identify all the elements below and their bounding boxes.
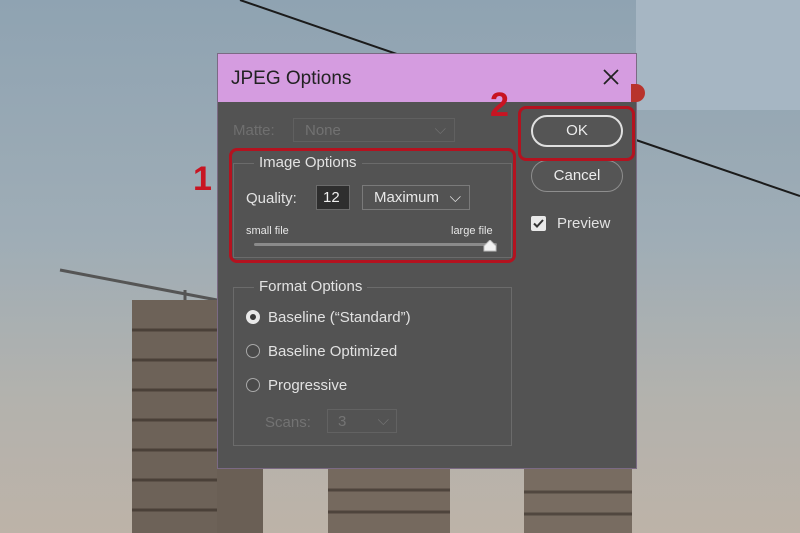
highlight-box-ok [518,106,635,161]
background-panel [636,0,800,110]
cancel-button[interactable]: Cancel [531,160,623,192]
building-right [524,469,632,533]
checkmark-icon [533,219,544,228]
radio-label: Baseline Optimized [268,343,398,360]
close-icon[interactable] [600,66,622,88]
scans-label: Scans: [265,414,311,431]
matte-row: Matte: None ⌵ [233,118,473,142]
radio-button[interactable] [246,378,260,392]
building-middle [328,469,450,533]
preview-label: Preview [557,215,611,232]
matte-value: None [305,122,341,139]
matte-select: None ⌵ [293,118,455,142]
building-left-annex [217,468,263,533]
step-number-2: 2 [490,86,509,124]
scans-select: 3 ⌵ [327,409,397,433]
chevron-down-icon: ⌵ [434,121,446,138]
highlight-box-image-options [229,148,516,263]
scans-value: 3 [338,413,347,430]
crane-arm [59,268,218,302]
power-line [635,139,800,197]
radio-button[interactable] [246,310,260,324]
chevron-down-icon: ⌵ [377,412,389,429]
dialog-titlebar[interactable]: JPEG Options [218,54,636,102]
radio-label: Progressive [268,377,348,394]
preview-checkbox[interactable] [531,216,546,231]
radio-button[interactable] [246,344,260,358]
dialog-title: JPEG Options [231,68,352,89]
building-left [132,300,217,533]
step-number-1: 1 [193,160,212,198]
radio-label: Baseline (“Standard”) [268,309,411,326]
format-options-title: Format Options [254,278,368,295]
matte-label: Matte: [233,122,275,139]
